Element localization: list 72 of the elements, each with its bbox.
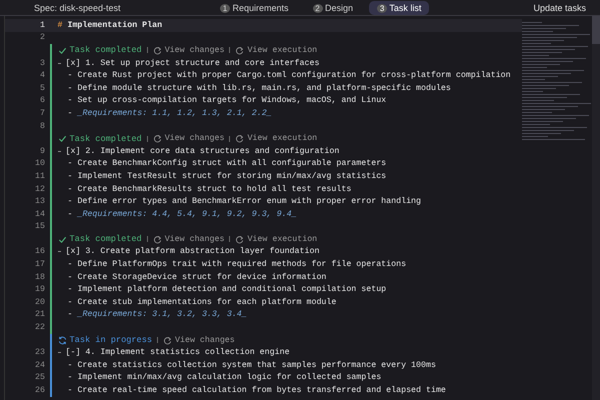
line-number: 26 — [35, 386, 45, 396]
code-lens-link[interactable]: View changes — [164, 234, 224, 244]
bullet-line: - Create BenchmarkConfig struct with all configurable parameters — [66, 159, 386, 168]
arrow-icon[interactable] — [152, 234, 162, 244]
task-status: Task in progress — [70, 335, 152, 346]
line-number: 1 — [40, 20, 45, 30]
bullet-line: - Implement TestResult struct for storing min/max/avg statistics — [66, 172, 386, 181]
line-number: 4 — [40, 71, 45, 80]
line-number: 23 — [35, 348, 45, 358]
line-number: 11 — [35, 172, 45, 181]
code-lens-link[interactable]: View execution — [247, 134, 318, 144]
bullet-line: - Define module structure with lib.rs, main.rs, and platform-specific modules — [66, 84, 451, 93]
line-number: 22 — [35, 323, 45, 332]
bullet-line: - _Requirements: 4.4, 5.4, 9.1, 9.2, 9.3, 9.4_ — [66, 210, 297, 219]
code-lens-link[interactable]: View changes — [164, 134, 224, 144]
bullet-line: - Create stub implementations for each platform module — [66, 298, 336, 307]
update-tasks-button[interactable]: Update tasks — [527, 2, 592, 14]
bullet-line: - Create StorageDevice struct for device information — [66, 272, 326, 282]
line-number: 5 — [40, 84, 45, 93]
line-number: 24 — [35, 360, 45, 370]
line-number: 8 — [40, 122, 45, 131]
bullet-line: - Define PlatformOps trait with required methods for file operations — [66, 260, 406, 270]
task-line: [-] 4. Implement statistics collection engine — [66, 348, 290, 358]
bullet-line: - Create statistics collection system that samples performance every 100ms — [66, 360, 436, 370]
line-number: 12 — [35, 184, 45, 194]
step-tab[interactable]: 1 Requirements — [212, 0, 297, 14]
line-number: 25 — [35, 373, 45, 382]
bullet-line: - Implement platform detection and conditional compilation setup — [66, 285, 386, 294]
line-number: 10 — [35, 159, 45, 168]
bullet-line: - Set up cross-compilation targets for Windows, macOS, and Linux — [66, 96, 386, 106]
arrow-icon[interactable] — [235, 234, 244, 244]
code-lens-link[interactable]: View execution — [247, 46, 318, 55]
code-lens-link[interactable]: View changes — [175, 336, 235, 345]
line-number: 2 — [40, 33, 45, 42]
task-status: Task completed — [70, 45, 142, 56]
line-number: 15 — [35, 222, 45, 232]
line-number: 13 — [35, 197, 45, 206]
task-line: [x] 2. Implement core data structures and configuration — [66, 146, 340, 156]
line-number: 7 — [40, 108, 45, 118]
arrow-icon[interactable] — [235, 46, 244, 55]
bullet-line: - Implement min/max/avg calculation logic for collected samples — [66, 373, 382, 382]
task-line: [x] 1. Set up project structure and core interfaces — [66, 58, 320, 68]
arrow-icon[interactable] — [152, 46, 162, 55]
step-tab[interactable]: 2 Design — [304, 0, 362, 14]
bullet-line: - Create BenchmarkResults struct to hold all test results — [66, 184, 352, 194]
bullet-line: - Create real-time speed calculation from bytes transferred and elapsed time — [66, 386, 446, 396]
spec-title: Spec: disk-speed-test — [34, 2, 122, 12]
task-status: Task completed — [70, 134, 142, 144]
code-lens-link[interactable]: View changes — [164, 46, 224, 55]
bullet-line: - Define error types and BenchmarkError enum with proper error handling — [66, 197, 422, 206]
line-number: 17 — [35, 260, 45, 270]
arrow-icon[interactable] — [152, 134, 162, 144]
line-number: 19 — [35, 285, 45, 294]
line-number: 14 — [35, 210, 45, 219]
heading-line: # Implementation Plan — [58, 20, 162, 30]
line-number: 16 — [35, 247, 45, 256]
code-lens-link[interactable]: View execution — [247, 234, 318, 244]
task-status: Task completed — [70, 234, 142, 244]
line-number: 18 — [35, 272, 45, 282]
arrow-icon[interactable] — [163, 336, 172, 345]
arrow-icon[interactable] — [235, 134, 244, 144]
line-number: 21 — [35, 310, 45, 320]
line-number: 6 — [40, 96, 45, 106]
line-number: 9 — [40, 146, 45, 156]
task-line: [x] 3. Create platform abstraction layer foundation — [66, 247, 320, 256]
line-number: 20 — [35, 298, 45, 307]
line-number: 3 — [40, 58, 45, 68]
bullet-line: - _Requirements: 1.1, 1.2, 1.3, 2.1, 2.2_ — [66, 108, 272, 118]
step-tab[interactable]: 3 Task list — [369, 0, 430, 14]
bullet-line: - _Requirements: 3.1, 3.2, 3.3, 3.4_ — [66, 310, 247, 320]
scrollbar[interactable] — [592, 16, 600, 400]
bullet-line: - Create Rust project with proper Cargo.toml configuration for cross-platform compilation — [66, 71, 511, 80]
